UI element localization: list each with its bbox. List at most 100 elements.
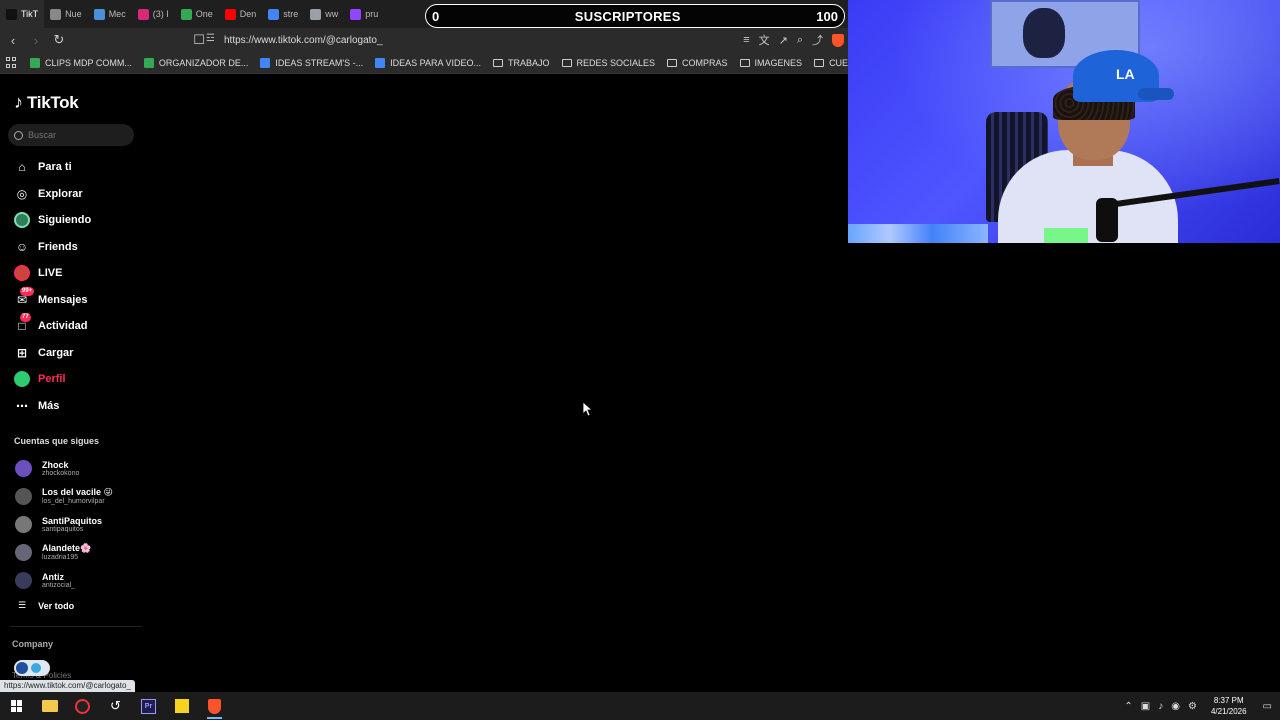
browser-tab[interactable]: Den [219,0,263,28]
doc-icon [260,57,271,68]
taskbar-capcut[interactable]: ↺ [99,692,132,720]
browser-tab[interactable]: Mec [88,0,132,28]
sticky-note-icon [174,699,189,713]
browser-tab[interactable]: pru [344,0,384,28]
tab-label: stre [283,9,299,19]
url-text[interactable]: https://www.tiktok.com/@carlogato_ [224,35,383,46]
tab-favicon-icon [180,8,192,20]
forward-button[interactable]: › [26,30,46,50]
address-bar[interactable]: ☲ https://www.tiktok.com/@carlogato_ ≡ 文… [198,30,848,50]
taskbar-sticky-notes[interactable] [165,692,198,720]
account-name: Los del vacile 😜 [42,487,113,497]
zoom-icon[interactable]: ⌕ [797,34,803,47]
followed-account[interactable]: Antiz antizocial_ [0,566,145,594]
tab-label: One [195,9,213,19]
bookmark-label: ORGANIZADOR DE... [158,57,249,68]
system-tray: ⌃ ▣ ♪ ◉ ⚙ 8:37 PM 4/21/2026 ▭ [1124,692,1280,720]
see-all-button[interactable]: ☰ Ver todo [18,600,74,611]
folder-icon [492,58,503,67]
site-info-icon[interactable]: ☲ [206,33,215,44]
bookmark-item[interactable]: IDEAS PARA VIDEO... [369,57,487,68]
clock-time: 8:37 PM [1213,696,1244,705]
back-button[interactable]: ‹ [3,30,23,50]
tiktok-note-icon: ♪ [14,92,23,112]
more-dots-icon: ⋯ [16,398,28,413]
nav-upload[interactable]: ⊞ Cargar [0,340,145,367]
nav-activity[interactable]: □ 77 Actividad [0,313,145,340]
home-icon: ⌂ [18,160,26,175]
bookmark-item[interactable]: CUENTAS [808,58,848,68]
browser-tab[interactable]: One [175,0,219,28]
back-arrow-icon: ‹ [10,32,16,48]
settings-gear-icon[interactable]: ⚙ [1188,701,1197,712]
reload-button[interactable]: ↻ [49,30,69,50]
bookmark-label: IMAGENES [754,57,803,68]
bookmark-item[interactable]: CLIPS MDP COMM... [24,57,138,68]
tiktok-logo[interactable]: ♪ TikTok [14,92,79,113]
nav-explore[interactable]: ◎ Explorar [0,181,145,208]
bookmarks-bar: CLIPS MDP COMM... ORGANIZADOR DE... IDEAS … [0,52,848,74]
nav-for-you-label: Para ti [38,161,72,174]
nav-more-label: Más [38,399,60,412]
browser-tab[interactable]: ww [304,0,344,28]
network-icon[interactable]: ▣ [1141,701,1150,712]
nav-live[interactable]: LIVE [0,260,145,287]
volume-icon[interactable]: ♪ [1158,701,1163,712]
nav-friends[interactable]: ☺ Friends [0,234,145,261]
browser-tab[interactable]: stre [262,0,304,28]
folder-icon [667,58,678,67]
speaker-icon[interactable]: ◉ [1171,701,1180,712]
live-avatar-icon [14,265,30,282]
tiktok-sidebar: ♪ TikTok ⌂ Para ti ◎ Explorar Siguiendo … [0,74,145,694]
taskbar-brave[interactable] [198,692,231,720]
nav-explore-label: Explorar [38,187,83,200]
followed-account[interactable]: Alandete🌸 luzadria195 [0,538,145,566]
browser-tab[interactable]: TikT [0,0,45,28]
nav-messages[interactable]: ✉ 99+ Mensajes [0,286,145,314]
taskbar-premiere[interactable]: Pr [132,692,165,720]
translate-icon[interactable]: 文 [759,32,770,48]
record-icon [75,698,90,714]
followed-account[interactable]: SantiPaquitos santipaquitos [0,510,145,538]
reader-mode-icon[interactable]: ≡ [743,34,749,46]
taskbar-file-explorer[interactable] [33,692,66,720]
bookmark-item[interactable]: IMAGENES [734,58,809,68]
nav-more[interactable]: ⋯ Más [0,393,145,420]
nav-profile[interactable]: Perfil [0,366,145,393]
search-input[interactable] [28,130,128,140]
bookmark-item[interactable]: TRABAJO [487,58,556,68]
browser-tab[interactable]: (3) I [132,0,175,28]
bookmark-item[interactable]: IDEAS STREAM'S -... [254,57,369,68]
open-in-app-icon[interactable]: ↗ [779,34,788,47]
bookmark-item[interactable]: REDES SOCIALES [556,58,662,68]
brave-shield-icon[interactable] [832,33,844,47]
tab-favicon-icon [350,8,362,20]
tab-label: Den [239,9,257,19]
share-icon[interactable]: ⤴ [812,32,823,48]
bookmark-item[interactable]: ORGANIZADOR DE... [138,57,255,68]
floating-mini-widget[interactable] [14,660,50,676]
followed-account[interactable]: Zhock zhockokono [0,454,145,482]
subscriber-label: SUSCRIPTORES [574,8,681,24]
nav-following[interactable]: Siguiendo [0,207,145,234]
messages-badge: 99+ [20,286,35,296]
main-nav: ⌂ Para ti ◎ Explorar Siguiendo ☺ Friends… [0,154,145,419]
followed-account[interactable]: Los del vacile 😜 los_del_humorvilpar [0,482,145,510]
windows-taskbar: ↺ Pr ⌃ ▣ ♪ ◉ ⚙ 8:37 PM 4/21/2026 ▭ [0,692,1280,720]
compass-icon: ◎ [16,186,28,201]
nav-for-you[interactable]: ⌂ Para ti [0,154,145,181]
activity-icon: □ 77 [18,313,31,334]
apps-grid-icon[interactable] [6,56,16,69]
capcut-icon: ↺ [110,698,121,713]
search-box[interactable] [8,124,134,146]
notifications-icon[interactable]: ▭ [1263,701,1272,712]
chevron-up-icon[interactable]: ⌃ [1124,701,1132,712]
start-button[interactable] [0,692,33,720]
company-link[interactable]: Company [12,639,53,649]
webcam-overlay: LA [848,0,1280,243]
browser-tab[interactable]: Nue [44,0,88,28]
taskbar-obs[interactable] [66,692,99,720]
taskbar-clock[interactable]: 8:37 PM 4/21/2026 [1211,695,1247,717]
bookmark-item[interactable]: COMPRAS [661,58,734,68]
microphone [1096,198,1118,242]
